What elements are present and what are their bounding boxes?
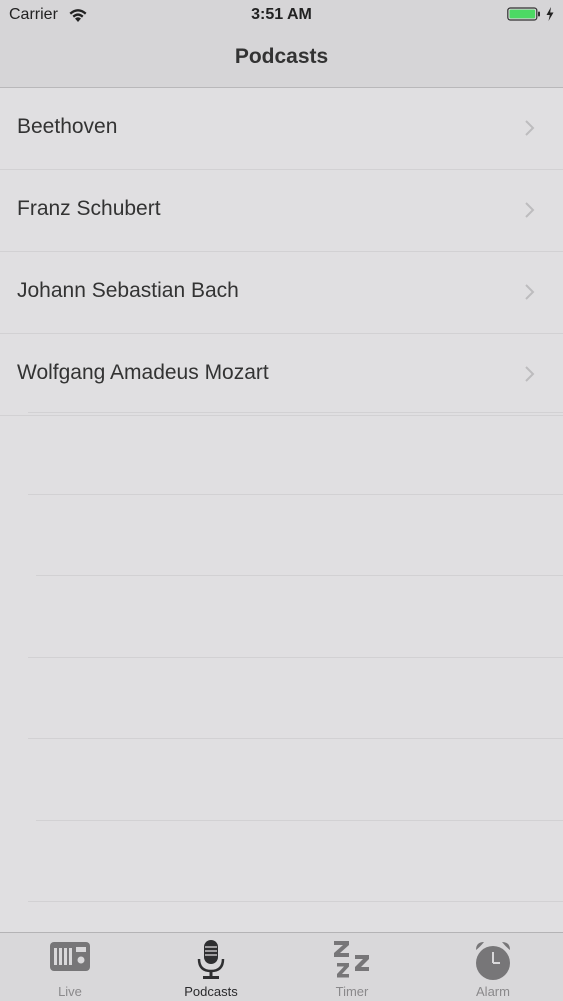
status-time: 3:51 AM — [251, 6, 312, 23]
chevron-right-icon — [525, 284, 535, 300]
sleep-zzz-icon — [334, 941, 369, 978]
charging-bolt-icon — [546, 7, 554, 21]
separator — [28, 412, 563, 413]
tab-label: Podcasts — [184, 984, 238, 999]
list-item-label: Johann Sebastian Bach — [17, 279, 239, 302]
separator — [28, 494, 563, 495]
tab-timer[interactable]: Timer — [282, 933, 422, 1001]
list-item-label: Franz Schubert — [17, 197, 161, 220]
alarm-clock-icon — [476, 942, 510, 980]
tab-bar: Live Podcasts Timer Alarm — [0, 932, 563, 1001]
separator — [28, 738, 563, 739]
tab-label: Live — [58, 984, 82, 999]
status-bar: Carrier 3:51 AM — [0, 0, 563, 30]
list-item[interactable]: Franz Schubert — [0, 170, 563, 252]
list-item[interactable]: Johann Sebastian Bach — [0, 252, 563, 334]
podcast-list: Beethoven Franz Schubert Johann Sebastia… — [0, 88, 563, 416]
page-title: Podcasts — [234, 45, 329, 68]
list-item-label: Wolfgang Amadeus Mozart — [17, 361, 269, 384]
separator — [36, 575, 563, 576]
tab-label: Alarm — [476, 984, 510, 999]
tab-live[interactable]: Live — [0, 933, 140, 1001]
radio-icon — [50, 942, 90, 971]
list-item[interactable]: Wolfgang Amadeus Mozart — [0, 334, 563, 416]
tab-podcasts[interactable]: Podcasts — [141, 933, 281, 1001]
separator — [28, 901, 563, 902]
chevron-right-icon — [525, 202, 535, 218]
chevron-right-icon — [525, 366, 535, 382]
navigation-bar: Podcasts — [0, 30, 563, 88]
tab-alarm[interactable]: Alarm — [423, 933, 563, 1001]
tab-label: Timer — [335, 984, 369, 999]
microphone-icon — [197, 940, 225, 979]
list-item-label: Beethoven — [17, 115, 118, 138]
separator — [36, 820, 563, 821]
chevron-right-icon — [525, 120, 535, 136]
battery-icon — [507, 7, 540, 21]
separator — [28, 657, 563, 658]
list-item[interactable]: Beethoven — [0, 88, 563, 170]
